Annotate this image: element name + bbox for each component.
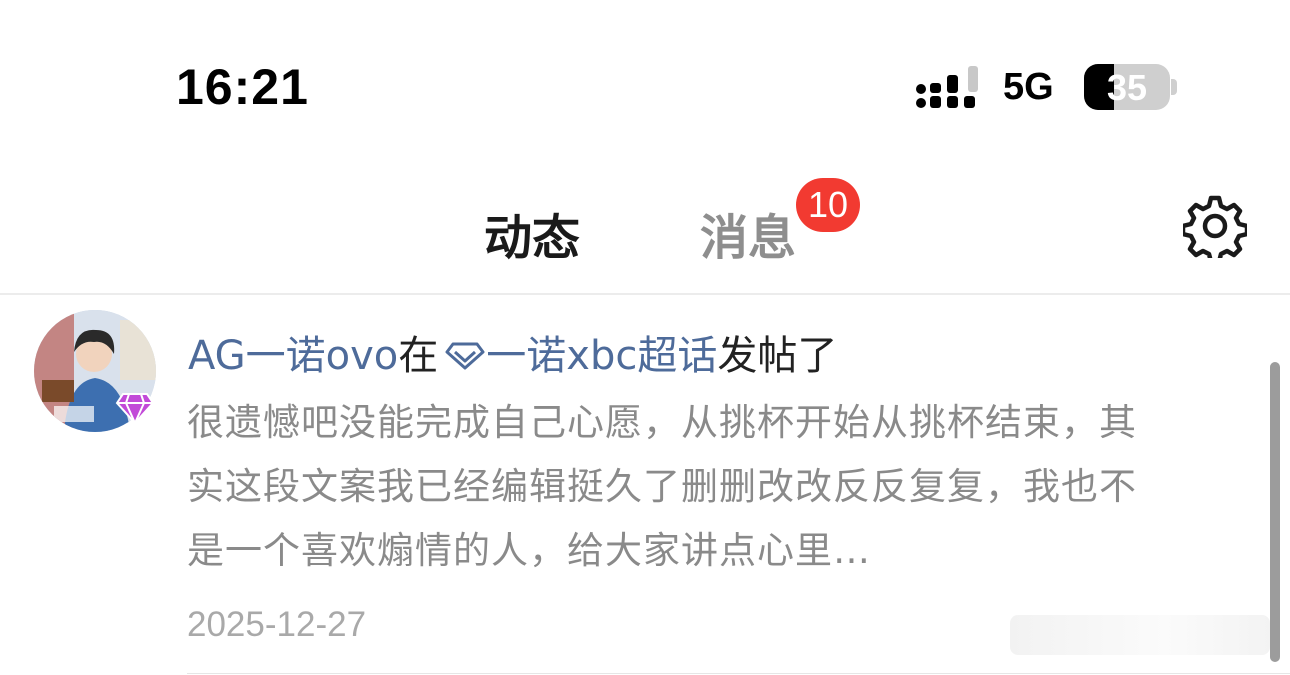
item-divider xyxy=(187,673,1290,674)
topic-link[interactable]: 一诺xbc超话 xyxy=(486,333,717,379)
battery-cap xyxy=(1171,79,1177,95)
scrollbar[interactable] xyxy=(1270,362,1280,662)
post-content[interactable]: 很遗憾吧没能完成自己心愿，从挑杯开始从挑杯结束，其实这段文案我已经编辑挺久了删删… xyxy=(187,391,1167,583)
vip-diamond-icon xyxy=(115,393,155,425)
tab-messages[interactable]: 消息 xyxy=(700,198,796,268)
tab-messages-label: 消息 xyxy=(700,210,797,266)
tab-bar: 动态 消息 10 xyxy=(0,160,1290,293)
post-headline: AG一诺ovo在 一诺xbc超话发帖了 xyxy=(188,323,837,381)
tab-dynamic[interactable]: 动态 xyxy=(484,198,580,268)
diamond-icon xyxy=(445,342,485,370)
feed-item[interactable]: AG一诺ovo在 一诺xbc超话发帖了 很遗憾吧没能完成自己心愿，从挑杯开始从挑杯… xyxy=(0,295,1290,675)
headline-action: 发帖了 xyxy=(717,333,838,379)
headline-preposition: 在 xyxy=(398,333,439,379)
tab-dynamic-label: 动态 xyxy=(484,210,581,266)
author-name[interactable]: AG一诺ovo xyxy=(188,333,398,379)
status-bar: 16:21 5G 35 xyxy=(0,0,1290,150)
status-time: 16:21 xyxy=(176,59,309,115)
unread-badge: 10 xyxy=(796,178,861,232)
network-type: 5G xyxy=(1003,66,1054,108)
gear-icon[interactable] xyxy=(1183,194,1247,258)
battery-level: 35 xyxy=(1106,67,1148,108)
cellular-signal-icon xyxy=(916,66,978,108)
post-date: 2025-12-27 xyxy=(187,605,367,644)
battery-icon: 35 xyxy=(1084,64,1170,110)
post-actions-placeholder xyxy=(1010,615,1270,655)
